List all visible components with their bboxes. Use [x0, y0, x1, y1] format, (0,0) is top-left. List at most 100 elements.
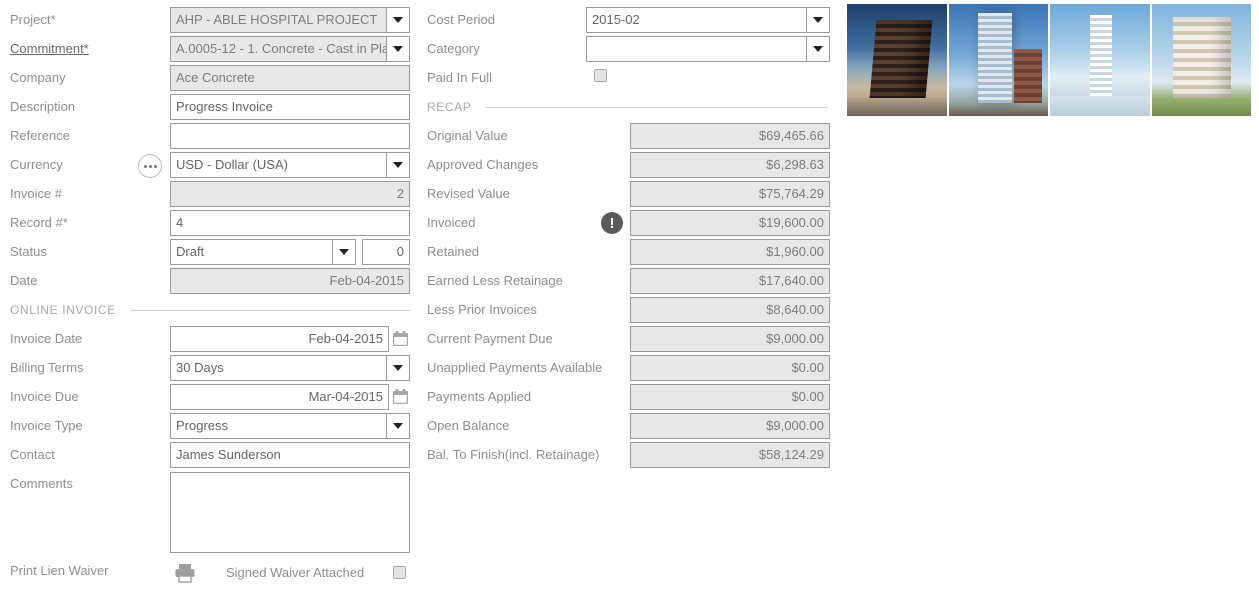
recap-row: Approved Changes — [427, 152, 627, 178]
label-invoice-number: Invoice # — [10, 181, 62, 207]
recap-row-value: $75,764.29 — [630, 181, 830, 207]
project-select-value: AHP - ABLE HOSPITAL PROJECT — [171, 8, 386, 32]
building-photo-midrise-render — [1152, 4, 1252, 116]
billing-terms-select-value: 30 Days — [171, 356, 386, 380]
printer-icon[interactable] — [174, 563, 196, 583]
invoice-type-select-value: Progress — [171, 414, 386, 438]
commitment-select[interactable]: A.0005-12 - 1. Concrete - Cast in Pla — [170, 36, 410, 62]
company-input: Ace Concrete — [170, 65, 410, 91]
chevron-down-icon[interactable] — [386, 153, 409, 177]
section-header-recap: RECAP — [427, 98, 837, 116]
label-invoice-due: Invoice Due — [10, 384, 79, 410]
chevron-down-icon[interactable] — [386, 37, 409, 61]
label-invoice-date: Invoice Date — [10, 326, 82, 352]
recap-row-label: Approved Changes — [427, 152, 538, 178]
status-code-input[interactable]: 0 — [362, 239, 410, 265]
label-currency: Currency — [10, 152, 63, 178]
label-contact: Contact — [10, 442, 55, 468]
reference-input[interactable] — [170, 123, 410, 149]
recap-row: Original Value — [427, 123, 627, 149]
recap-row-label: Revised Value — [427, 181, 510, 207]
field-row-paid-in-full: Paid In Full — [427, 65, 577, 91]
billing-terms-select[interactable]: 30 Days — [170, 355, 410, 381]
chevron-down-icon[interactable] — [332, 240, 355, 264]
recap-row: Payments Applied — [427, 384, 627, 410]
building-photo-glass-tower — [949, 4, 1049, 116]
chevron-down-icon[interactable] — [386, 8, 409, 32]
section-divider — [485, 107, 828, 108]
chevron-down-icon[interactable] — [806, 8, 829, 32]
recap-row-value: $58,124.29 — [630, 442, 830, 468]
chevron-down-icon[interactable] — [386, 414, 409, 438]
label-invoice-type: Invoice Type — [10, 413, 83, 439]
recap-row-label: Open Balance — [427, 413, 509, 439]
recap-row: Open Balance — [427, 413, 627, 439]
invoice-date-input[interactable]: Feb-04-2015 — [170, 326, 389, 352]
record-number-input[interactable]: 4 — [170, 210, 410, 236]
recap-row-value: $17,640.00 — [630, 268, 830, 294]
recap-row-value: $0.00 — [630, 355, 830, 381]
category-select-value — [587, 37, 806, 61]
recap-row-value: $6,298.63 — [630, 152, 830, 178]
section-header-online-invoice: ONLINE INVOICE — [10, 301, 410, 319]
recap-row-label: Current Payment Due — [427, 326, 553, 352]
recap-row-label: Retained — [427, 239, 479, 265]
label-company: Company — [10, 65, 66, 91]
status-select[interactable]: Draft — [170, 239, 356, 265]
category-select[interactable] — [586, 36, 830, 62]
section-title-online-invoice: ONLINE INVOICE — [10, 303, 116, 317]
label-cost-period: Cost Period — [427, 7, 495, 33]
recap-row: Invoiced — [427, 210, 627, 236]
currency-select[interactable]: USD - Dollar (USA) — [170, 152, 410, 178]
label-billing-terms: Billing Terms — [10, 355, 83, 381]
recap-row-value: $9,000.00 — [630, 413, 830, 439]
recap-row-label: Less Prior Invoices — [427, 297, 537, 323]
calendar-icon[interactable] — [392, 388, 409, 405]
field-row-comments: Comments — [10, 471, 160, 497]
cost-period-select[interactable]: 2015-02 — [586, 7, 830, 33]
contact-input[interactable]: James Sunderson — [170, 442, 410, 468]
building-photo-waterfront-highrise — [1050, 4, 1150, 116]
recap-row-label: Invoiced — [427, 210, 475, 236]
description-input[interactable]: Progress Invoice — [170, 94, 410, 120]
chevron-down-icon[interactable] — [386, 356, 409, 380]
label-description: Description — [10, 94, 75, 120]
invoice-type-select[interactable]: Progress — [170, 413, 410, 439]
recap-row: Unapplied Payments Available — [427, 355, 627, 381]
building-photo-office-block — [847, 4, 947, 116]
project-select[interactable]: AHP - ABLE HOSPITAL PROJECT — [170, 7, 410, 33]
commitment-select-value: A.0005-12 - 1. Concrete - Cast in Pla — [171, 37, 386, 61]
recap-row-value: $19,600.00 — [630, 210, 830, 236]
paid-in-full-checkbox[interactable] — [594, 69, 607, 82]
invoice-due-input[interactable]: Mar-04-2015 — [170, 384, 389, 410]
comments-textarea[interactable] — [170, 472, 410, 553]
recap-row: Current Payment Due — [427, 326, 627, 352]
chevron-down-icon[interactable] — [806, 37, 829, 61]
recap-row-value: $8,640.00 — [630, 297, 830, 323]
recap-row-value: $69,465.66 — [630, 123, 830, 149]
label-comments: Comments — [10, 471, 73, 497]
recap-row: Retained — [427, 239, 627, 265]
warning-icon[interactable]: ! — [601, 212, 623, 234]
signed-waiver-attached-checkbox[interactable] — [393, 566, 406, 579]
section-divider — [130, 310, 410, 311]
label-record-number: Record #* — [10, 210, 68, 236]
label-print-lien-waiver: Print Lien Waiver — [10, 558, 109, 584]
field-row-print-lien-waiver: Print Lien Waiver — [10, 558, 160, 584]
recap-row-value: $1,960.00 — [630, 239, 830, 265]
project-banner-images — [847, 4, 1251, 116]
cost-period-select-value: 2015-02 — [587, 8, 806, 32]
label-commitment-link[interactable]: Commitment* — [10, 36, 89, 62]
recap-row-label: Unapplied Payments Available — [427, 355, 602, 381]
recap-row: Less Prior Invoices — [427, 297, 627, 323]
recap-row: Earned Less Retainage — [427, 268, 627, 294]
date-input: Feb-04-2015 — [170, 268, 410, 294]
label-paid-in-full: Paid In Full — [427, 65, 492, 91]
ellipsis-button-icon[interactable] — [138, 154, 162, 178]
recap-row: Revised Value — [427, 181, 627, 207]
recap-row-label: Earned Less Retainage — [427, 268, 563, 294]
label-category: Category — [427, 36, 480, 62]
recap-row-label: Bal. To Finish(incl. Retainage) — [427, 442, 599, 468]
recap-row-value: $0.00 — [630, 384, 830, 410]
calendar-icon[interactable] — [392, 330, 409, 347]
